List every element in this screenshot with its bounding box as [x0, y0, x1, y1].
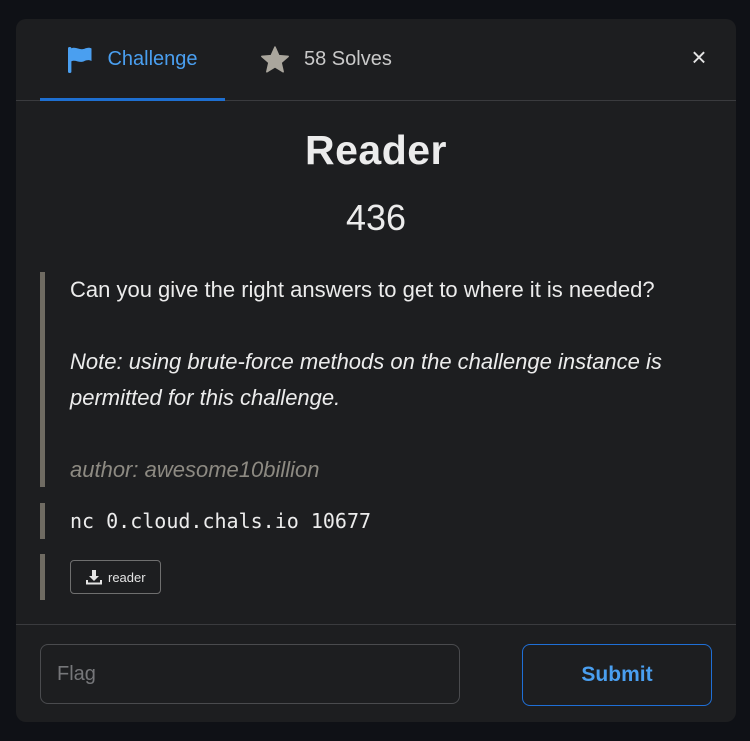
connection-command: nc 0.cloud.chals.io 10677: [70, 509, 372, 533]
tab-challenge-label: Challenge: [107, 48, 198, 70]
submission-form: Submit: [16, 624, 736, 722]
challenge-files: reader: [40, 554, 710, 600]
close-button[interactable]: ×: [688, 44, 710, 70]
challenge-modal: Challenge 58 Solves × Reader 436 Can you…: [16, 19, 736, 722]
tab-challenge[interactable]: Challenge: [40, 19, 225, 101]
description-note: Note: using brute-force methods on the c…: [70, 349, 662, 410]
flag-input[interactable]: [40, 644, 460, 704]
submit-button[interactable]: Submit: [522, 644, 712, 706]
connection-info: nc 0.cloud.chals.io 10677: [40, 503, 710, 539]
modal-tabs: Challenge 58 Solves ×: [16, 19, 736, 101]
download-icon: [85, 569, 103, 586]
flag-icon: [67, 46, 93, 74]
challenge-title: Reader: [304, 127, 447, 173]
challenge-author: author: awesome10billion: [70, 457, 320, 482]
description-text: Can you give the right answers to get to…: [70, 277, 655, 302]
challenge-description: Can you give the right answers to get to…: [40, 272, 710, 487]
download-file-label: reader: [108, 569, 146, 585]
star-icon: [260, 45, 290, 74]
challenge-points: 436: [345, 197, 407, 238]
download-file-button[interactable]: reader: [70, 560, 161, 594]
tab-solves[interactable]: 58 Solves: [260, 19, 410, 100]
tab-solves-label: 58 Solves: [304, 48, 392, 70]
